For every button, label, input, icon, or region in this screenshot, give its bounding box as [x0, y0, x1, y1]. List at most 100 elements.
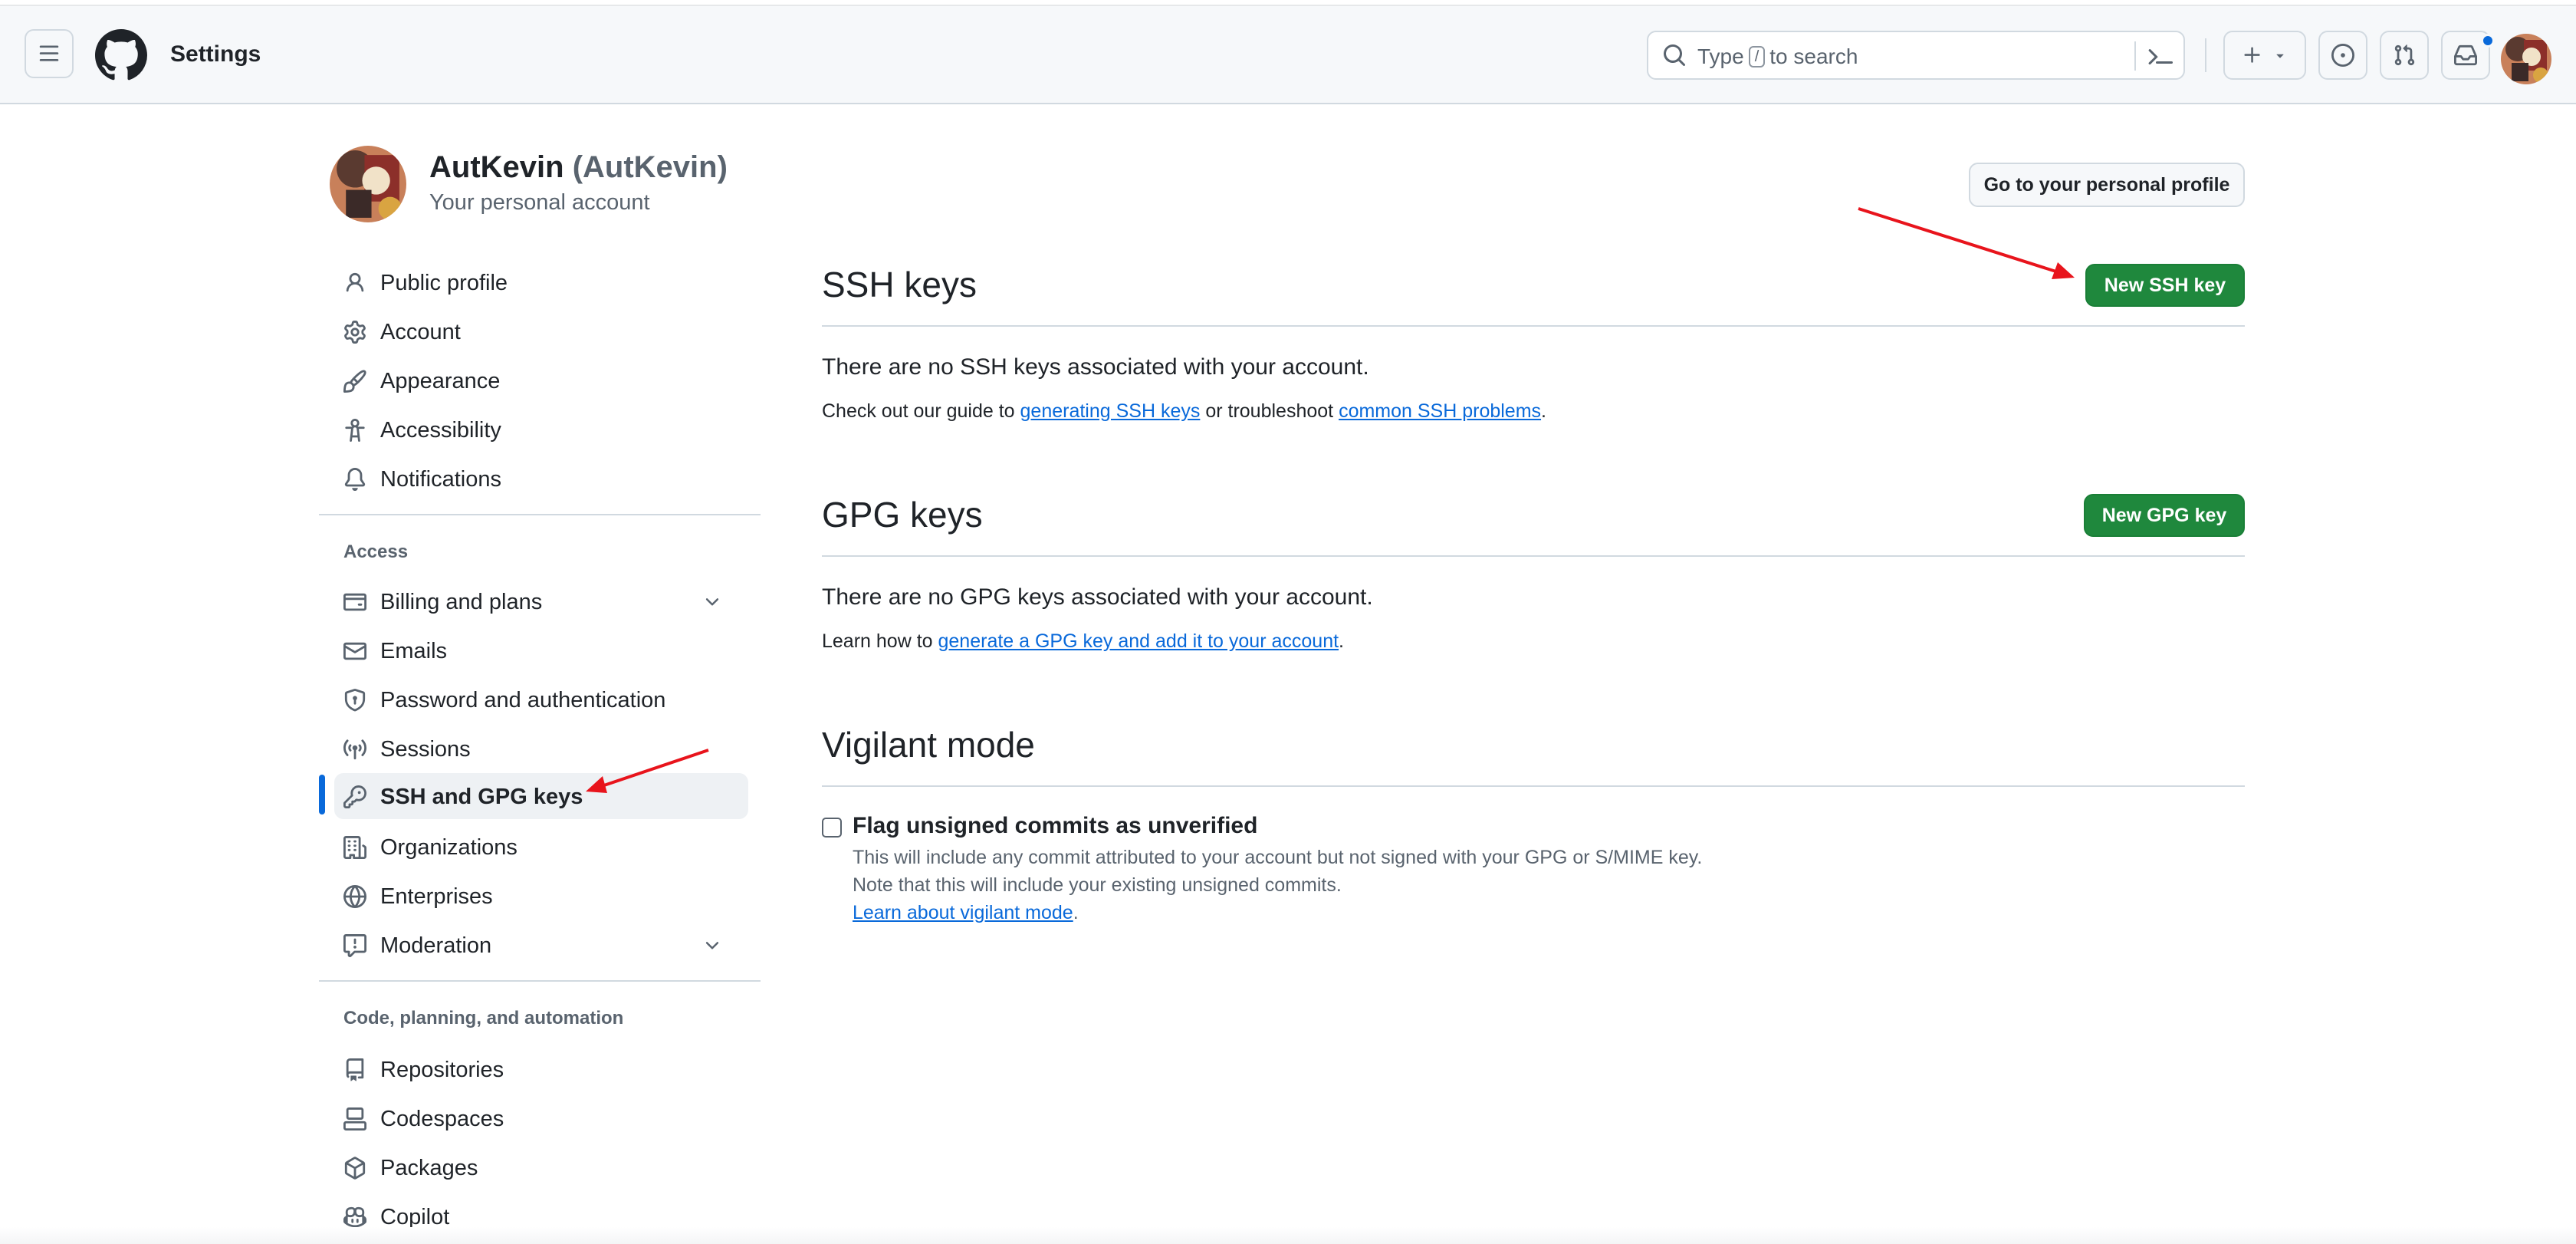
sidebar-item-ssh-gpg-keys[interactable]: SSH and GPG keys: [334, 773, 748, 819]
vigilant-mode-divider: [822, 785, 2245, 787]
sidebar-item-moderation[interactable]: Moderation: [330, 922, 748, 968]
search-shortcut-key: /: [1748, 46, 1766, 67]
plus-icon: [2244, 47, 2260, 63]
account-name[interactable]: AutKevin (AutKevin): [429, 150, 728, 185]
ssh-empty-message: There are no SSH keys associated with yo…: [822, 354, 1369, 380]
gear-icon: [344, 321, 366, 344]
mail-icon: [343, 642, 366, 660]
sidebar-item-label: Accessibility: [380, 418, 501, 443]
sidebar-item-account[interactable]: Account: [330, 308, 748, 354]
sidebar-item-packages[interactable]: Packages: [330, 1144, 748, 1190]
credit-card-icon: [343, 593, 366, 611]
repo-icon: [346, 1058, 364, 1081]
sidebar-item-notifications[interactable]: Notifications: [330, 456, 748, 502]
search-placeholder: Type / to search: [1697, 44, 1858, 69]
gpg-keys-heading: GPG keys: [822, 495, 983, 535]
person-icon: [346, 272, 364, 292]
ssh-guide-period: .: [1541, 400, 1546, 422]
new-gpg-key-button[interactable]: New GPG key: [2084, 494, 2245, 537]
accessibility-icon: [345, 419, 365, 442]
copilot-icon: [343, 1206, 366, 1228]
sidebar-item-repositories[interactable]: Repositories: [330, 1046, 748, 1092]
create-new-button[interactable]: [2223, 31, 2306, 80]
sidebar-item-public-profile[interactable]: Public profile: [330, 259, 748, 305]
globe-icon: [343, 885, 366, 908]
page-bottom-edge: [0, 1227, 2576, 1244]
avatar-image: [2501, 34, 2551, 84]
sidebar-item-billing[interactable]: Billing and plans: [330, 578, 748, 624]
sidebar-item-password[interactable]: Password and authentication: [330, 676, 748, 722]
sidebar-item-sessions[interactable]: Sessions: [330, 726, 748, 772]
gpg-learn-before: Learn how to: [822, 630, 933, 652]
sidebar-item-label: Moderation: [380, 933, 492, 958]
search-input[interactable]: Type / to search: [1647, 31, 2185, 80]
sidebar-item-label: Billing and plans: [380, 590, 543, 614]
ssh-guide-middle: or troubleshoot: [1205, 400, 1334, 422]
go-to-profile-button[interactable]: Go to your personal profile: [1969, 163, 2245, 207]
notification-indicator: [2481, 34, 2495, 48]
key-icon: [343, 785, 366, 808]
chevron-down-icon: [705, 942, 719, 949]
sidebar-item-label: Notifications: [380, 467, 501, 492]
package-icon: [344, 1157, 366, 1180]
sidebar-item-label: Sessions: [380, 737, 471, 762]
sidebar-divider: [319, 980, 761, 982]
chevron-down-icon: [705, 598, 719, 606]
flag-unsigned-commits-checkbox[interactable]: [822, 818, 842, 838]
window-top-edge: [0, 0, 2576, 6]
git-pull-request-icon: [2394, 44, 2415, 66]
sidebar-item-label: Repositories: [380, 1058, 504, 1082]
sidebar-item-enterprises[interactable]: Enterprises: [330, 873, 748, 919]
sidebar-item-label: Packages: [380, 1156, 478, 1180]
sidebar-heading-access: Access: [343, 541, 409, 562]
sidebar-item-accessibility[interactable]: Accessibility: [330, 406, 748, 453]
vigilant-learn-period: .: [1073, 902, 1079, 923]
bell-icon: [344, 468, 366, 491]
ssh-guide-text: Check out our guide to generating SSH ke…: [822, 400, 1546, 423]
sidebar-item-label: Password and authentication: [380, 688, 666, 713]
sidebar-item-label: Emails: [380, 639, 448, 663]
user-avatar[interactable]: [2501, 34, 2551, 84]
issues-button[interactable]: [2318, 31, 2367, 80]
sidebar-heading-code: Code, planning, and automation: [343, 1008, 624, 1028]
search-divider: [2134, 41, 2136, 71]
active-indicator: [319, 775, 325, 815]
paintbrush-icon: [343, 370, 366, 393]
hamburger-icon: [39, 45, 59, 61]
sidebar-item-label: Organizations: [380, 835, 518, 860]
generate-gpg-key-link[interactable]: generate a GPG key and add it to your ac…: [938, 630, 1339, 652]
command-palette-icon[interactable]: [2148, 44, 2173, 69]
sidebar-item-appearance[interactable]: Appearance: [330, 357, 748, 403]
ssh-guide-before: Check out our guide to: [822, 400, 1015, 422]
account-display-name[interactable]: AutKevin: [429, 150, 564, 184]
broadcast-icon: [343, 739, 366, 760]
learn-vigilant-mode-link[interactable]: Learn about vigilant mode: [853, 902, 1073, 923]
global-header: Settings Type / to search: [0, 6, 2576, 104]
triangle-down-icon: [2276, 54, 2284, 58]
annotation-arrow-new-ssh-key: [1858, 207, 2075, 279]
report-icon: [343, 934, 366, 957]
organization-icon: [343, 836, 366, 859]
account-handle: (AutKevin): [572, 150, 728, 184]
menu-button[interactable]: [25, 29, 74, 78]
github-logo-icon[interactable]: [95, 29, 147, 81]
pull-requests-button[interactable]: [2380, 31, 2429, 80]
header-divider: [2205, 38, 2206, 72]
gpg-keys-divider: [822, 555, 2245, 557]
sidebar-item-organizations[interactable]: Organizations: [330, 824, 748, 870]
search-icon: [1664, 44, 1686, 67]
sidebar-divider: [319, 514, 761, 515]
sidebar-item-label: Public profile: [380, 271, 508, 295]
issue-opened-icon: [2331, 44, 2354, 67]
vigilant-note-line1: This will include any commit attributed …: [853, 847, 1703, 868]
vigilant-note-line2: Note that this will include your existin…: [853, 874, 1342, 896]
page-title: Settings: [170, 41, 261, 67]
sidebar-item-emails[interactable]: Emails: [330, 627, 748, 673]
sidebar-item-codespaces[interactable]: Codespaces: [330, 1095, 748, 1141]
search-placeholder-after: to search: [1769, 44, 1858, 68]
flag-unsigned-commits-label[interactable]: Flag unsigned commits as unverified: [853, 813, 1257, 839]
account-avatar: [330, 146, 406, 222]
generating-ssh-keys-link[interactable]: generating SSH keys: [1020, 400, 1201, 422]
new-ssh-key-button[interactable]: New SSH key: [2085, 264, 2245, 307]
common-ssh-problems-link[interactable]: common SSH problems: [1339, 400, 1541, 422]
